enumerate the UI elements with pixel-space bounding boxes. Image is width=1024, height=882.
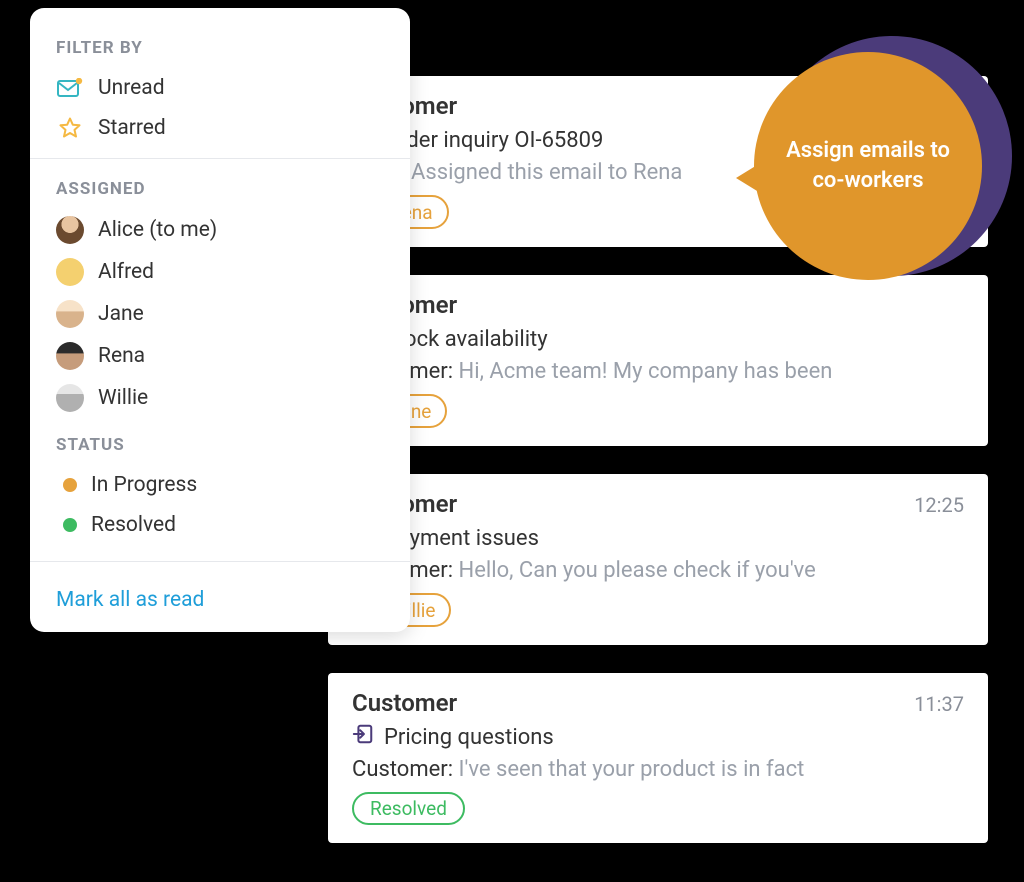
star-icon xyxy=(56,116,84,140)
inbox-arrow-icon xyxy=(352,723,374,751)
avatar xyxy=(56,300,84,328)
filter-starred[interactable]: Starred xyxy=(30,108,410,148)
status-pill-resolved[interactable]: Resolved xyxy=(352,792,465,825)
callout-bubble: Assign emails to co-workers xyxy=(754,46,1014,306)
status-dot-icon xyxy=(63,478,77,492)
status-label: In Progress xyxy=(91,473,197,497)
filter-sidebar: FILTER BY Unread Starred ASSIGNED Alice … xyxy=(30,8,410,632)
divider xyxy=(30,561,410,562)
avatar xyxy=(56,258,84,286)
filter-by-header: FILTER BY xyxy=(30,32,410,68)
email-subject: Pricing questions xyxy=(384,725,554,750)
unread-icon xyxy=(56,76,84,100)
preview-text: Assigned this email to Rena xyxy=(406,160,683,185)
filter-starred-label: Starred xyxy=(98,116,166,140)
email-time: 12:25 xyxy=(914,493,964,517)
assigned-label: Willie xyxy=(98,386,148,410)
status-dot-icon xyxy=(63,518,77,532)
divider xyxy=(30,158,410,159)
mark-all-read-link[interactable]: Mark all as read xyxy=(30,576,410,612)
assigned-label: Alfred xyxy=(98,260,154,284)
assigned-label: Alice (to me) xyxy=(98,218,217,242)
assigned-jane[interactable]: Jane xyxy=(30,293,410,335)
assigned-alice[interactable]: Alice (to me) xyxy=(30,209,410,251)
preview-text: Hello, Can you please check if you've xyxy=(453,558,816,583)
bubble: Assign emails to co-workers xyxy=(754,52,982,280)
email-preview: Customer: Hi, Acme team! My company has … xyxy=(352,359,964,384)
avatar xyxy=(56,216,84,244)
assigned-label: Rena xyxy=(98,344,145,368)
assigned-willie[interactable]: Willie xyxy=(30,377,410,419)
assigned-alfred[interactable]: Alfred xyxy=(30,251,410,293)
status-resolved[interactable]: Resolved xyxy=(30,505,410,545)
email-card[interactable]: Customer 11:37 Pricing questions Custome… xyxy=(328,673,988,843)
email-preview: Customer: Hello, Can you please check if… xyxy=(352,558,964,583)
assigned-header: ASSIGNED xyxy=(30,173,410,209)
filter-unread[interactable]: Unread xyxy=(30,68,410,108)
status-header: STATUS xyxy=(30,429,410,465)
assigned-label: Jane xyxy=(98,302,144,326)
status-pill-label: Resolved xyxy=(370,797,447,820)
avatar xyxy=(56,384,84,412)
email-time: 11:37 xyxy=(914,692,964,716)
bubble-tail-icon xyxy=(736,162,762,194)
assigned-rena[interactable]: Rena xyxy=(30,335,410,377)
status-label: Resolved xyxy=(91,513,176,537)
email-sender: Customer xyxy=(352,689,457,717)
email-preview: Customer: I've seen that your product is… xyxy=(352,757,964,782)
email-card[interactable]: Customer 12:25 Payment issues Customer: … xyxy=(328,474,988,645)
avatar xyxy=(56,342,84,370)
preview-author: Customer: xyxy=(352,757,453,782)
callout-text: Assign emails to co-workers xyxy=(772,136,964,195)
preview-text: Hi, Acme team! My company has been xyxy=(453,359,832,384)
status-in-progress[interactable]: In Progress xyxy=(30,465,410,505)
email-subject: Order inquiry OI-65809 xyxy=(384,128,603,153)
filter-unread-label: Unread xyxy=(98,76,165,100)
preview-text: I've seen that your product is in fact xyxy=(453,757,804,782)
